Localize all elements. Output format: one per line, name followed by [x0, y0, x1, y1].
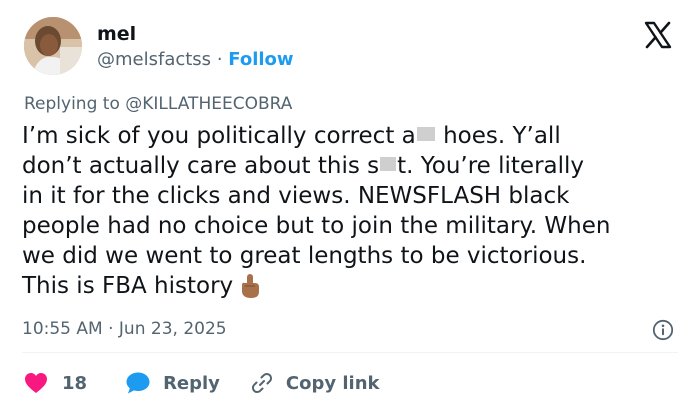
tweet-line: don’t actually care about this s t. You’r… [22, 151, 682, 181]
handle-separator: · [216, 49, 223, 70]
follow-button[interactable]: Follow [228, 49, 293, 70]
reply-button[interactable]: Reply [125, 371, 220, 395]
tweet-timestamp[interactable]: 10:55 AM · Jun 23, 2025 [22, 318, 227, 340]
tweet-line: I’m sick of you politically correct a ho… [22, 121, 682, 151]
tweet-text: I’m sick of you politically correct a ho… [22, 121, 682, 307]
author-handle[interactable]: @melsfactss [97, 49, 211, 70]
avatar-image [24, 17, 82, 75]
censor-block [380, 157, 397, 171]
author-name[interactable]: mel [97, 22, 136, 46]
copy-link-label: Copy link [285, 372, 380, 394]
censor-block [416, 127, 435, 141]
timestamp-date: Jun 23, 2025 [118, 319, 227, 339]
heart-icon [25, 373, 47, 393]
timestamp-separator: · [108, 319, 114, 339]
like-count: 18 [62, 372, 88, 394]
avatar[interactable] [24, 17, 82, 75]
tweet-text-segment: hoes. Y’all [435, 123, 561, 149]
timestamp-time: 10:55 AM [22, 319, 103, 339]
like-button[interactable]: 18 [24, 372, 87, 394]
tweet-line: in it for the clicks and views. NEWSFLAS… [22, 183, 570, 209]
middle-finger-emoji [239, 273, 261, 307]
tweet-line: people had no choice but to join the mil… [22, 213, 611, 239]
tweet-text-segment: This is FBA history [22, 273, 234, 299]
replying-to: Replying to @KILLATHEECOBRA [24, 93, 292, 115]
copy-link-button[interactable]: Copy link [250, 371, 380, 395]
info-icon[interactable] [652, 319, 674, 341]
reply-label: Reply [163, 372, 220, 394]
replying-to-handle[interactable]: @KILLATHEECOBRA [125, 94, 292, 114]
link-icon [251, 372, 272, 394]
tweet-line: we did we went to great lengths to be vi… [22, 243, 587, 269]
tweet-text-segment: I’m sick of you politically correct a [22, 123, 416, 149]
handle-row: @melsfactss · Follow [97, 48, 294, 72]
tweet-text-segment: don’t actually care about this s [22, 153, 380, 179]
tweet-line: This is FBA history [22, 271, 682, 307]
x-logo-icon[interactable] [643, 20, 673, 50]
replying-to-prefix: Replying to [24, 94, 120, 114]
tweet-actions: 18 Reply Copy link [24, 369, 380, 397]
tweet-text-segment: t. You’re literally [397, 153, 585, 179]
divider [22, 352, 678, 353]
reply-bubble-icon [126, 372, 150, 394]
